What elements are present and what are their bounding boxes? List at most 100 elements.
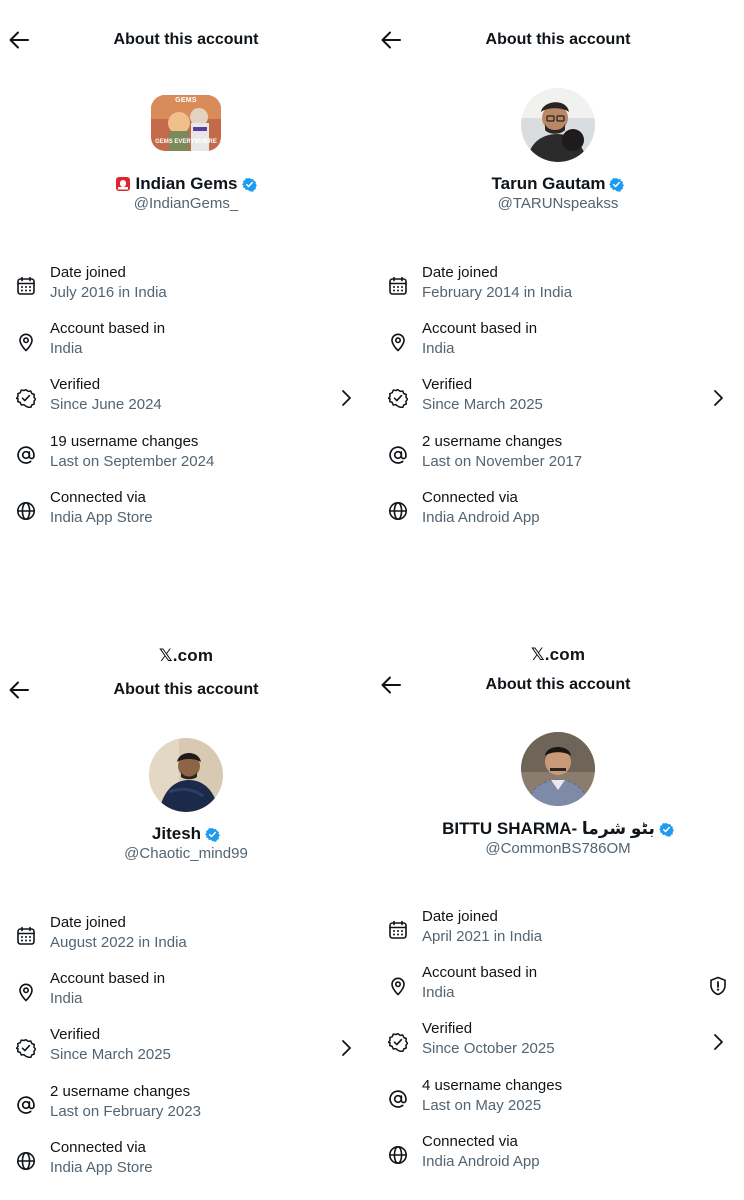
row-label: Connected via — [50, 1139, 146, 1156]
account-handle: @Chaotic_mind99 — [124, 845, 248, 862]
row-value: India Android App — [422, 1153, 540, 1170]
row-account-based-in: Account based in India — [0, 970, 372, 1014]
row-label: 2 username changes — [50, 1083, 191, 1100]
display-name: Tarun Gautam — [372, 174, 744, 194]
row-date-joined: Date joined April 2021 in India — [372, 908, 744, 952]
display-name-text: Jitesh — [151, 824, 202, 843]
chevron-right-icon[interactable] — [710, 1032, 726, 1052]
display-name-text: BITTU SHARMA- بٹو شرما — [442, 819, 655, 838]
siren-emoji-icon — [115, 176, 131, 192]
globe-icon — [388, 1145, 408, 1165]
row-label: Account based in — [50, 970, 166, 987]
avatar[interactable] — [149, 738, 223, 812]
row-account-based-in: Account based in India — [0, 320, 372, 364]
row-account-based-in: Account based in India — [372, 964, 744, 1008]
row-label: Connected via — [422, 489, 518, 506]
location-pin-icon — [388, 332, 408, 352]
display-name-text: Indian Gems — [135, 174, 238, 193]
avatar[interactable] — [521, 88, 595, 162]
row-value: April 2021 in India — [422, 928, 543, 945]
row-value: Last on November 2017 — [422, 453, 583, 470]
avatar-caption-top: GEMS — [175, 97, 197, 104]
row-verified[interactable]: Verified Since March 2025 — [0, 1026, 372, 1070]
avatar[interactable]: GEMS GEMS EVERYWHERE — [149, 89, 223, 163]
row-verified[interactable]: Verified Since June 2024 — [0, 376, 372, 420]
display-name: Jitesh — [0, 824, 372, 844]
chevron-right-icon[interactable] — [710, 388, 726, 408]
row-username-changes: 2 username changes Last on February 2023 — [0, 1083, 372, 1127]
row-username-changes: 2 username changes Last on November 2017 — [372, 433, 744, 477]
row-date-joined: Date joined August 2022 in India — [0, 914, 372, 958]
row-label: Date joined — [50, 914, 126, 931]
verified-check-icon — [387, 1032, 409, 1053]
page-title: About this account — [485, 31, 631, 48]
display-name-text: Tarun Gautam — [491, 174, 606, 193]
row-connected-via: Connected via India Android App — [372, 489, 744, 533]
page-title: About this account — [113, 681, 259, 698]
row-value: Last on May 2025 — [422, 1097, 542, 1114]
row-label: Date joined — [50, 264, 126, 281]
page-title: About this account — [113, 31, 259, 48]
at-sign-icon — [388, 1089, 408, 1109]
row-value: India App Store — [50, 509, 153, 526]
row-value: India — [422, 984, 455, 1001]
verified-check-icon — [15, 1038, 37, 1059]
row-value: India App Store — [50, 1159, 153, 1176]
verified-badge-icon — [609, 177, 625, 192]
shield-alert-icon[interactable] — [708, 976, 728, 996]
location-pin-icon — [16, 332, 36, 352]
chevron-right-icon[interactable] — [338, 1038, 354, 1058]
calendar-icon — [388, 276, 408, 296]
page-title: About this account — [485, 676, 631, 693]
site-domain-label: 𝕏.com — [158, 646, 214, 665]
row-value: India — [50, 340, 83, 357]
verified-check-icon — [15, 388, 37, 409]
row-label: Verified — [422, 376, 473, 393]
avatar-caption-bottom: GEMS EVERYWHERE — [155, 139, 217, 145]
row-value: July 2016 in India — [50, 284, 167, 301]
row-value: February 2014 in India — [422, 284, 573, 301]
row-value: Since October 2025 — [422, 1040, 555, 1057]
row-connected-via: Connected via India App Store — [0, 1139, 372, 1183]
account-handle: @IndianGems_ — [133, 195, 239, 212]
row-value: Last on September 2024 — [50, 453, 215, 470]
at-sign-icon — [388, 445, 408, 465]
location-pin-icon — [388, 976, 408, 996]
row-value: Since June 2024 — [50, 396, 162, 413]
row-label: Verified — [50, 1026, 101, 1043]
display-name: BITTU SHARMA- بٹو شرما — [372, 819, 744, 839]
row-label: Account based in — [422, 964, 538, 981]
row-label: 2 username changes — [422, 433, 563, 450]
row-verified[interactable]: Verified Since October 2025 — [372, 1020, 744, 1064]
verified-badge-icon — [241, 177, 257, 192]
at-sign-icon — [16, 1095, 36, 1115]
chevron-right-icon[interactable] — [338, 388, 354, 408]
globe-icon — [16, 1151, 36, 1171]
row-label: Connected via — [422, 1133, 518, 1150]
row-label: Account based in — [50, 320, 166, 337]
row-username-changes: 4 username changes Last on May 2025 — [372, 1077, 744, 1121]
row-username-changes: 19 username changes Last on September 20… — [0, 433, 372, 477]
globe-icon — [16, 501, 36, 521]
verified-badge-icon — [205, 827, 220, 842]
avatar[interactable] — [521, 732, 595, 806]
row-value: India Android App — [422, 509, 540, 526]
row-connected-via: Connected via India App Store — [0, 489, 372, 533]
row-date-joined: Date joined February 2014 in India — [372, 264, 744, 308]
account-handle: @TARUNspeakss — [497, 195, 619, 212]
row-value: Since March 2025 — [50, 1046, 171, 1063]
row-verified[interactable]: Verified Since March 2025 — [372, 376, 744, 420]
row-connected-via: Connected via India Android App — [372, 1133, 744, 1177]
row-account-based-in: Account based in India — [372, 320, 744, 364]
row-label: Account based in — [422, 320, 538, 337]
row-label: Date joined — [422, 264, 498, 281]
row-value: Last on February 2023 — [50, 1103, 201, 1120]
row-label: Date joined — [422, 908, 498, 925]
row-value: August 2022 in India — [50, 934, 187, 951]
row-value: India — [422, 340, 455, 357]
verified-badge-icon — [658, 822, 674, 837]
row-label: Verified — [422, 1020, 473, 1037]
row-label: 19 username changes — [50, 433, 199, 450]
row-label: Connected via — [50, 489, 146, 506]
row-label: 4 username changes — [422, 1077, 563, 1094]
